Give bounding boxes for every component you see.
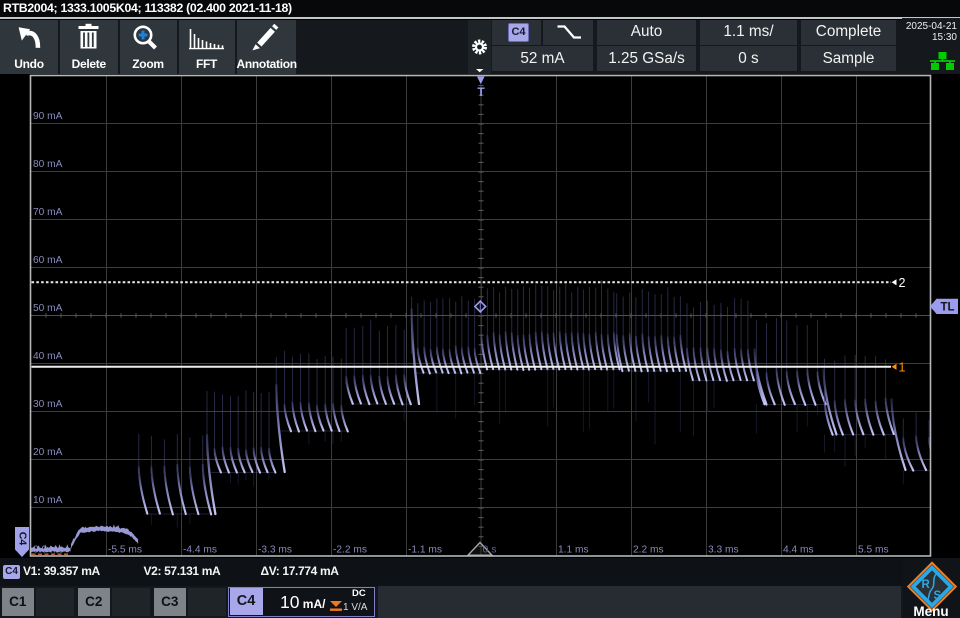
svg-text:2.2 ms: 2.2 ms: [633, 545, 664, 556]
svg-text:TL: TL: [940, 302, 954, 314]
svg-text:1: 1: [899, 361, 906, 375]
svg-text:-4.4 ms: -4.4 ms: [183, 545, 217, 556]
svg-text:70 mA: 70 mA: [33, 207, 63, 218]
svg-text:-2.2 ms: -2.2 ms: [333, 545, 367, 556]
svg-text:4.4 ms: 4.4 ms: [783, 545, 814, 556]
svg-text:10 mA: 10 mA: [33, 495, 63, 506]
svg-text:3.3 ms: 3.3 ms: [708, 545, 739, 556]
svg-text:-3.3 ms: -3.3 ms: [258, 545, 292, 556]
svg-text:5.5 ms: 5.5 ms: [858, 545, 889, 556]
svg-text:1.1 ms: 1.1 ms: [558, 545, 589, 556]
svg-text:-5.5 ms: -5.5 ms: [108, 545, 142, 556]
svg-text:C4: C4: [16, 532, 28, 546]
svg-text:30 mA: 30 mA: [33, 399, 63, 410]
svg-text:50 mA: 50 mA: [33, 303, 63, 314]
svg-text:60 mA: 60 mA: [33, 255, 63, 266]
svg-text:80 mA: 80 mA: [33, 159, 63, 170]
svg-text:2: 2: [899, 276, 906, 290]
svg-text:0 s: 0 s: [483, 544, 497, 556]
svg-text:-1.1 ms: -1.1 ms: [408, 545, 442, 556]
svg-text:T: T: [477, 85, 485, 99]
svg-text:R: R: [922, 579, 931, 591]
svg-text:20 mA: 20 mA: [33, 447, 63, 458]
svg-text:40 mA: 40 mA: [33, 351, 63, 362]
svg-text:S: S: [934, 590, 942, 602]
svg-text:90 mA: 90 mA: [33, 111, 63, 122]
